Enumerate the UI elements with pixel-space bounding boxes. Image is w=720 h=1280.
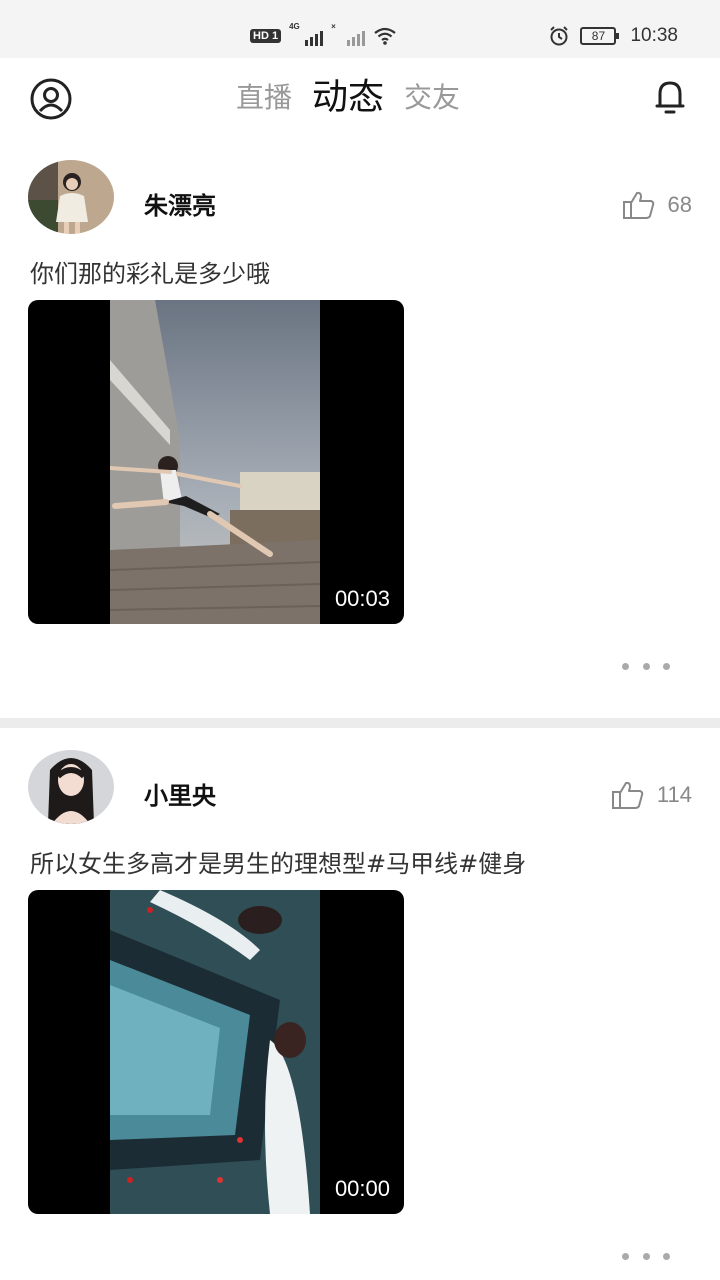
like-button[interactable]: 114	[611, 780, 692, 810]
avatar[interactable]	[28, 160, 114, 234]
video-duration: 00:03	[334, 586, 390, 611]
feed-post: 小里央 114 所以女生多高才是男生的理想型#马甲线#健身 00:00	[0, 728, 720, 1280]
signal-icon-secondary: ×	[331, 22, 366, 46]
bell-icon[interactable]	[652, 78, 688, 118]
wifi-icon	[374, 27, 396, 45]
tab-friends[interactable]: 交友	[404, 78, 460, 118]
top-tabs: 直播 动态 交友	[236, 78, 460, 126]
more-icon[interactable]	[622, 1248, 670, 1264]
like-button[interactable]: 68	[622, 190, 692, 220]
post-text: 你们那的彩礼是多少哦	[30, 260, 270, 288]
post-username[interactable]: 小里央	[144, 776, 216, 811]
thumbs-up-icon	[622, 191, 654, 219]
feed-post: 朱漂亮 68 你们那的彩礼是多少哦 00:03	[0, 140, 720, 718]
signal-icon: 4G	[289, 22, 324, 46]
video-thumbnail[interactable]: 00:00	[28, 890, 404, 1214]
video-frame-image	[110, 890, 320, 1214]
video-frame-image	[110, 300, 320, 624]
app-header: 直播 动态 交友	[0, 58, 720, 140]
post-text: 所以女生多高才是男生的理想型#马甲线#健身	[30, 850, 527, 878]
video-thumbnail[interactable]: 00:03	[28, 300, 404, 624]
status-left: HD 1 4G ×	[250, 22, 397, 48]
status-right: 87 10:38	[548, 24, 678, 48]
alarm-icon	[550, 26, 569, 46]
clock: 10:38	[630, 25, 678, 46]
like-count: 68	[667, 192, 692, 217]
hd-badge: HD 1	[250, 29, 282, 43]
avatar[interactable]	[28, 750, 114, 824]
tab-moments[interactable]: 动态	[306, 78, 397, 126]
tab-live[interactable]: 直播	[236, 78, 292, 118]
status-bar: HD 1 4G × 87 10:38	[0, 0, 720, 58]
battery-icon: 87	[580, 27, 620, 45]
more-icon[interactable]	[622, 658, 670, 674]
like-count: 114	[656, 782, 692, 807]
profile-icon[interactable]	[29, 77, 73, 121]
post-divider	[0, 718, 720, 728]
post-username[interactable]: 朱漂亮	[144, 186, 216, 221]
video-duration: 00:00	[334, 1176, 390, 1201]
thumbs-up-icon	[611, 781, 644, 809]
